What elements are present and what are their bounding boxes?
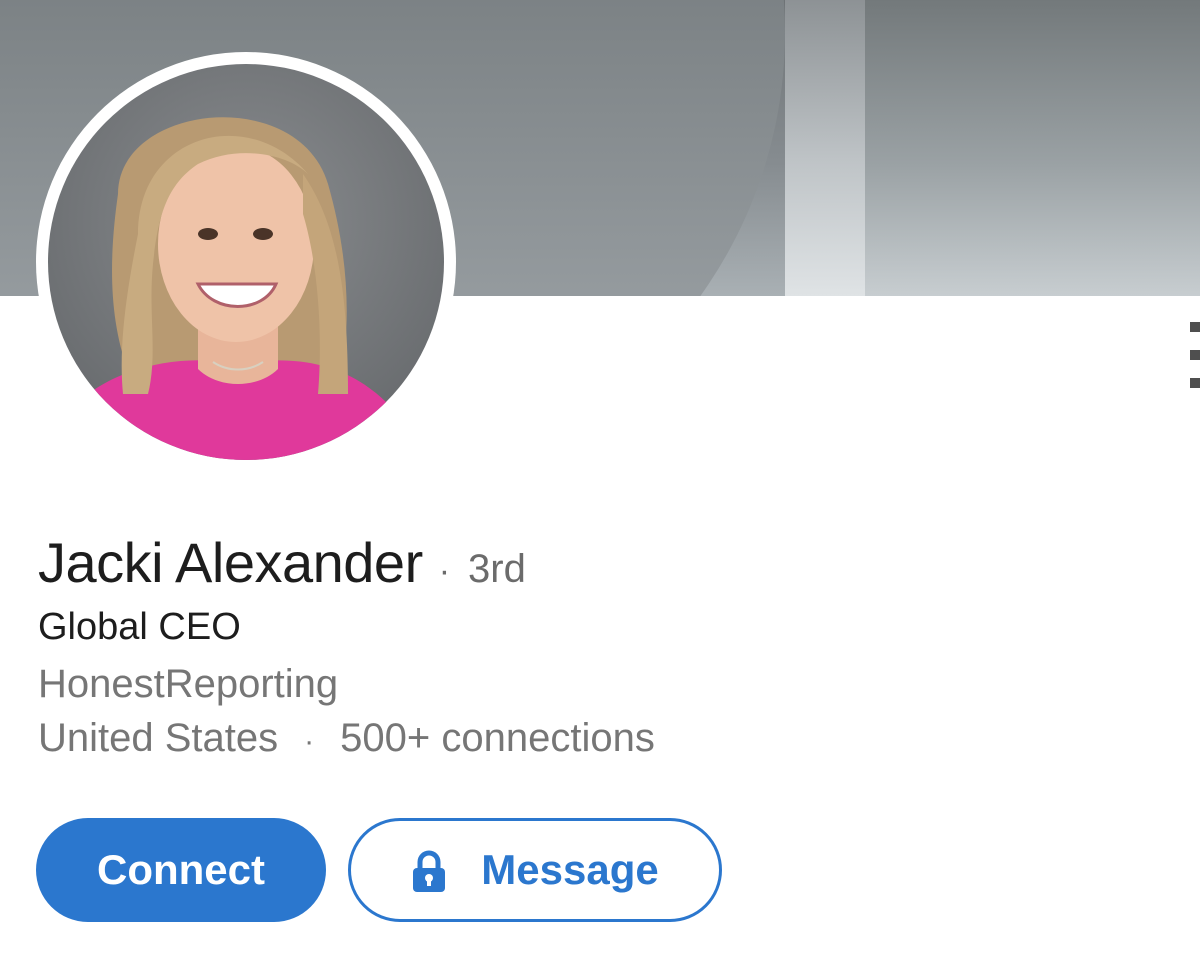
avatar[interactable] xyxy=(36,52,456,472)
degree-separator: · xyxy=(438,552,451,590)
profile-location: United States xyxy=(38,716,279,760)
connection-degree: 3rd xyxy=(468,547,526,591)
profile-name: Jacki Alexander xyxy=(38,531,423,594)
profile-page: Jacki Alexander · 3rd Global CEO HonestR… xyxy=(0,0,1200,980)
cover-band-right xyxy=(865,0,1200,296)
more-vertical-icon[interactable] xyxy=(1190,322,1200,388)
profile-photo xyxy=(48,64,444,460)
profile-meta: United States · 500+ connections xyxy=(38,716,655,761)
connect-button[interactable]: Connect xyxy=(36,818,326,922)
cover-band-light xyxy=(785,0,865,296)
connect-button-label: Connect xyxy=(97,846,265,893)
profile-headline: Global CEO xyxy=(38,606,241,648)
message-button[interactable]: Message xyxy=(348,818,722,922)
message-button-label: Message xyxy=(481,846,659,893)
connections-count[interactable]: 500+ connections xyxy=(340,716,655,761)
meta-separator: · xyxy=(304,725,315,758)
lock-icon xyxy=(411,850,447,894)
name-row: Jacki Alexander · 3rd xyxy=(38,530,526,596)
profile-company[interactable]: HonestReporting xyxy=(38,662,338,707)
